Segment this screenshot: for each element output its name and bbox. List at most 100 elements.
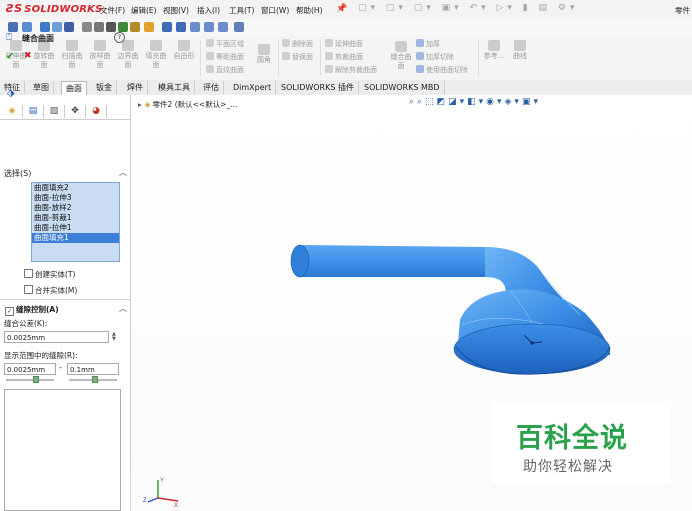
revolve-surface-button[interactable]: 旋转曲面: [32, 40, 56, 70]
ribbon-divider: [478, 40, 479, 76]
trim-surface-button[interactable]: 剪裁曲面: [325, 52, 363, 62]
offset-surface-button[interactable]: 等距曲面: [206, 52, 244, 62]
list-item[interactable]: 曲面填充1: [32, 233, 119, 243]
pin-icon[interactable]: 📌: [336, 4, 347, 14]
fillet-button[interactable]: 圆角: [252, 44, 276, 65]
menu-edit[interactable]: 编辑(E): [131, 5, 157, 16]
toolbar-icon[interactable]: [162, 22, 172, 32]
menu-file[interactable]: 文件(F): [100, 5, 125, 16]
gap-min-field[interactable]: 0.0025mm: [4, 363, 56, 375]
curves-button[interactable]: 曲线: [508, 40, 532, 61]
toolbar-icon[interactable]: [190, 22, 200, 32]
menu-tools[interactable]: 工具(T): [229, 5, 254, 16]
range-dash: -: [59, 363, 62, 372]
spinner-icon[interactable]: ▲ ▼: [112, 332, 116, 342]
ruled-surface-button[interactable]: 直纹曲面: [206, 65, 244, 75]
reference-geometry-button[interactable]: 参考...: [482, 40, 506, 61]
gap-control-checkbox[interactable]: ✓ 缝隙控制(A): [5, 304, 59, 316]
toolbar-icon[interactable]: [94, 22, 104, 32]
list-item[interactable]: 曲面-拉伸3: [32, 193, 119, 203]
selection-section-header[interactable]: 选择(S): [4, 168, 31, 179]
tab-weldments[interactable]: 焊件: [123, 81, 148, 94]
selection-list[interactable]: 曲面填充2 曲面-拉伸3 曲面-放样2 曲面-剪裁1 曲面-拉伸1 曲面填充1: [31, 182, 120, 262]
property-manager-tab-icon[interactable]: ▤: [23, 105, 44, 118]
knit-tolerance-field[interactable]: 0.0025mm: [4, 331, 109, 343]
display-manager-tab-icon[interactable]: ◕: [86, 105, 107, 118]
feature-tree-tab-icon[interactable]: ◈: [2, 105, 23, 118]
toolbar-icon[interactable]: [130, 22, 140, 32]
toolbar-icon[interactable]: [22, 22, 32, 32]
gap-max-slider-thumb[interactable]: [92, 376, 98, 383]
toolbar-icon[interactable]: [40, 22, 50, 32]
toolbar-icon[interactable]: [8, 22, 18, 32]
list-item[interactable]: 曲面-剪裁1: [32, 213, 119, 223]
menu-help[interactable]: 帮助(H): [296, 5, 323, 16]
toolbar-icon[interactable]: [118, 22, 128, 32]
toolbar-icon[interactable]: [52, 22, 62, 32]
configuration-tab-icon[interactable]: ▧: [44, 105, 65, 118]
chevron-up-icon[interactable]: ︿: [119, 303, 127, 314]
toolbar-icon[interactable]: [234, 22, 244, 32]
gap-min-slider-thumb[interactable]: [33, 376, 39, 383]
gap-max-field[interactable]: 0.1mm: [67, 363, 119, 375]
tab-mbd[interactable]: SOLIDWORKS MBD: [360, 81, 445, 94]
cancel-button[interactable]: ✖: [24, 51, 32, 61]
loft-surface-button[interactable]: 放样曲面: [88, 40, 112, 70]
thicken-button[interactable]: 加厚: [416, 39, 440, 49]
create-solid-checkbox[interactable]: 创建实体(T): [24, 269, 75, 280]
tab-addins[interactable]: SOLIDWORKS 插件: [277, 81, 359, 94]
knit-surface-button[interactable]: 缝合曲面: [388, 41, 414, 71]
toolbar-icon[interactable]: [82, 22, 92, 32]
thicken-cut-button[interactable]: 加厚切除: [416, 52, 454, 62]
quick-access-toolbar[interactable]: ▢▾ ▢▾ ▢▾ ▣▾ ↶▾ ▷▾ ▮ ▤ ⚙▾: [358, 3, 579, 13]
tab-mold-tools[interactable]: 模具工具: [154, 81, 195, 94]
watermark: 百科全说 助你轻松解决: [492, 402, 670, 484]
toolbar-icon[interactable]: [176, 22, 186, 32]
tab-dimxpert[interactable]: DimXpert: [229, 81, 277, 94]
triad-z-label: Z: [143, 498, 147, 504]
list-item[interactable]: 曲面填充2: [32, 183, 119, 193]
menu-insert[interactable]: 插入(I): [197, 5, 220, 16]
planar-surface-button[interactable]: 平面区域: [206, 39, 244, 49]
fill-surface-button[interactable]: 填充曲面: [144, 40, 168, 70]
chevron-up-icon[interactable]: ︿: [119, 167, 127, 178]
solidworks-logo[interactable]: ƧS SOLIDWORKS: [6, 2, 103, 15]
toolbar-icon[interactable]: [64, 22, 74, 32]
toolbar-icon[interactable]: [106, 22, 116, 32]
watermark-subtitle: 助你轻松解决: [523, 459, 613, 475]
feature-tree-flyout[interactable]: ▸ ◈ 零件2 (默认<<默认>_...: [138, 99, 237, 110]
boundary-surface-button[interactable]: 边界曲面: [116, 40, 140, 70]
untrim-surface-button[interactable]: 解除剪裁曲面: [325, 65, 377, 75]
tab-surfaces[interactable]: 曲面: [61, 81, 87, 95]
ribbon-divider: [320, 40, 321, 76]
property-manager-title: 缝合曲面: [22, 34, 54, 43]
knit-tolerance-label: 缝合公差(K):: [4, 319, 48, 328]
replace-face-button[interactable]: 替换面: [282, 52, 313, 62]
toolbar-icon[interactable]: [204, 22, 214, 32]
extend-surface-button[interactable]: 延伸曲面: [325, 39, 363, 49]
toolbar-icon[interactable]: [218, 22, 228, 32]
list-item[interactable]: 曲面-拉伸1: [32, 223, 119, 233]
gap-min-slider[interactable]: [6, 379, 54, 381]
ok-button[interactable]: ✔: [6, 51, 14, 62]
document-title: 零件: [675, 6, 690, 15]
delete-face-button[interactable]: 删除面: [282, 39, 313, 49]
tab-sketch[interactable]: 草图: [29, 81, 54, 94]
ribbon-divider: [200, 40, 201, 76]
dimxpert-tab-icon[interactable]: ✥: [65, 105, 86, 118]
menu-view[interactable]: 视图(V): [163, 5, 189, 16]
help-icon[interactable]: ?: [114, 32, 125, 43]
sweep-surface-button[interactable]: 扫描曲面: [60, 40, 84, 70]
merge-entities-checkbox[interactable]: 合并实体(M): [24, 285, 77, 296]
menu-window[interactable]: 窗口(W): [261, 5, 289, 16]
knit-surface-model[interactable]: [280, 225, 620, 385]
tab-evaluate[interactable]: 评估: [199, 81, 224, 94]
gaps-list-box[interactable]: [4, 389, 121, 511]
toolbar-icon[interactable]: [144, 22, 154, 32]
surface-cut-button[interactable]: 使用曲面切除: [416, 65, 468, 75]
heads-up-view-toolbar[interactable]: ⌕⌕⬚◩◪▾◧▾◉▾◈▾▣▾: [409, 97, 541, 107]
tab-sheet-metal[interactable]: 钣金: [92, 81, 117, 94]
gap-range-label: 显示范围中的缝隙(R):: [4, 351, 78, 360]
list-item[interactable]: 曲面-放样2: [32, 203, 119, 213]
freeform-button[interactable]: 自由形: [172, 40, 196, 61]
